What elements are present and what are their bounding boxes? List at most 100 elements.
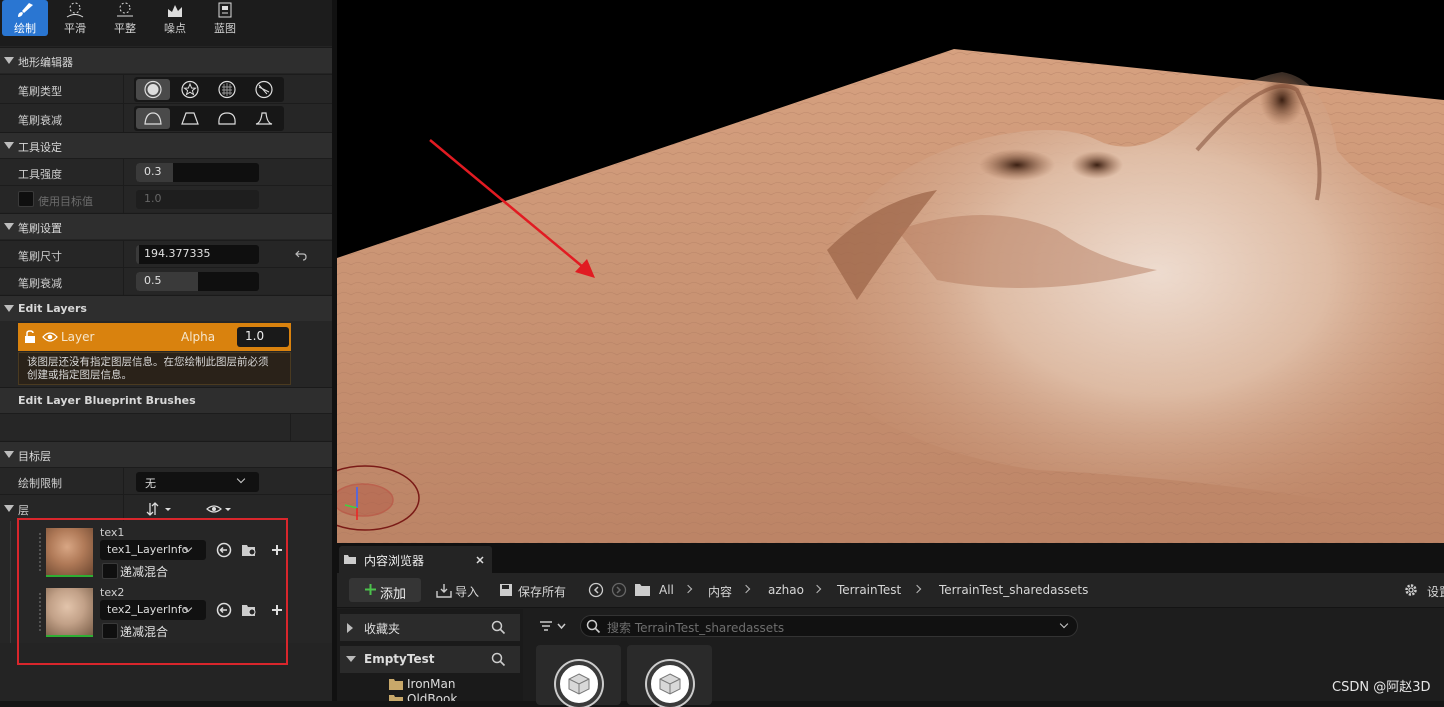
falloff-tip[interactable] [247,108,281,129]
collapse-arrow-icon [4,451,14,458]
content-browser: 内容浏览器 添加 导入 保存所有 All 内容 azhao TerrainTes… [337,543,1444,707]
settings-button[interactable]: 设置 [1427,583,1444,600]
brush-type-selector [134,77,284,102]
blueprint-icon [218,2,232,18]
sort-icon[interactable] [146,502,176,516]
collapse-arrow-icon [4,57,14,64]
import-button[interactable]: 导入 [455,583,479,600]
search-input[interactable]: 搜索 TerrainTest_sharedassets [607,619,784,636]
section-tool-settings[interactable]: 工具设定 [0,132,332,158]
use-target-checkbox[interactable] [18,191,34,207]
tool-smooth[interactable]: 平滑 [52,0,98,36]
chevron-down-icon[interactable] [1059,619,1069,629]
brush-falloff-row: 笔刷衰减 [0,103,332,133]
collapse-arrow-icon [346,656,356,662]
save-all-button[interactable]: 保存所有 [518,583,566,600]
asset-tile[interactable] [536,645,621,707]
section-title: 目标层 [18,450,51,463]
reset-arrow-icon[interactable] [295,249,307,261]
brush-type-label: 笔刷类型 [18,85,62,98]
brush-size-row: 笔刷尺寸 194.377335 [0,240,332,268]
brush-type-circle[interactable] [136,79,170,100]
brush-size-input[interactable]: 194.377335 [136,245,259,264]
tool-strength-input[interactable]: 0.3 [136,163,259,182]
tab-bar: 内容浏览器 [337,543,1444,573]
brush-falloff2-value: 0.5 [144,274,162,287]
folder-icon[interactable] [634,583,651,597]
forward-icon[interactable] [611,582,627,598]
search-icon[interactable] [491,652,506,667]
falloff-spherical[interactable] [210,108,244,129]
brush-falloff2-input[interactable]: 0.5 [136,272,259,291]
tool-flatten[interactable]: 平整 [102,0,148,36]
chevron-right-icon [912,584,922,594]
brush-type-pattern[interactable] [210,79,244,100]
use-target-label: 使用目标值 [38,195,93,208]
section-target-layers[interactable]: 目标层 [0,441,332,467]
section-bp-brushes[interactable]: Edit Layer Blueprint Brushes [0,387,332,413]
section-edit-layers[interactable]: Edit Layers [0,295,332,321]
use-target-input[interactable]: 1.0 [136,190,259,209]
project-header[interactable]: EmptyTest [340,646,520,673]
section-title: Edit Layers [18,302,87,315]
asset-search[interactable]: 搜索 TerrainTest_sharedassets [580,615,1078,637]
brush-type-alpha[interactable] [173,79,207,100]
cube-icon [568,673,590,695]
lock-icon[interactable] [24,330,36,344]
spherical-falloff-icon [218,112,236,125]
alpha-input[interactable]: 1.0 [237,327,289,347]
breadcrumb-item[interactable]: TerrainTest_sharedassets [939,583,1088,597]
tool-blueprint[interactable]: 蓝图 [202,0,248,36]
brush-falloff2-label: 笔刷衰减 [18,277,62,290]
asset-tile[interactable] [627,645,712,707]
tool-label: 平整 [114,22,136,35]
tool-noise[interactable]: 噪点 [152,0,198,36]
brush-type-component[interactable] [247,79,281,100]
tool-strength-row: 工具强度 0.3 [0,158,332,186]
alpha-value: 1.0 [245,329,265,343]
close-icon[interactable] [476,556,484,564]
chevron-down-icon [236,474,246,484]
section-title: 笔刷设置 [18,222,62,235]
breadcrumb-item[interactable]: TerrainTest [837,583,901,597]
expand-arrow-icon [347,623,353,633]
search-icon[interactable] [491,620,506,635]
save-icon[interactable] [499,583,513,597]
linear-falloff-icon [181,112,199,125]
layers-label: 层 [18,504,29,517]
section-terrain-editor[interactable]: 地形编辑器 [0,47,332,73]
use-target-row: 使用目标值 1.0 [0,185,332,213]
folder-item[interactable]: IronMan [388,677,518,693]
tab-content-browser[interactable]: 内容浏览器 [339,546,492,573]
breadcrumb-item[interactable]: All [659,583,674,597]
paint-limit-dropdown[interactable]: 无 [136,472,259,492]
section-brush-settings[interactable]: 笔刷设置 [0,213,332,239]
cube-icon [659,673,681,695]
eye-icon[interactable] [42,331,58,343]
tool-label: 蓝图 [214,22,236,35]
edit-layer-item[interactable]: Layer Alpha 1.0 [18,323,291,351]
noise-icon [168,5,182,17]
visibility-filter-icon[interactable] [206,503,236,515]
breadcrumb-item[interactable]: 内容 [708,583,732,600]
falloff-smooth[interactable] [136,108,170,129]
add-label: 添加 [380,587,407,602]
collapse-arrow-icon[interactable] [4,505,14,512]
highlight-frame [17,518,288,665]
folder-item[interactable]: OldBook [388,693,518,701]
level-viewport[interactable] [337,0,1444,543]
breadcrumb-item[interactable]: azhao [768,583,804,597]
tool-paint[interactable]: 绘制 [2,0,48,36]
favorites-header[interactable]: 收藏夹 [340,614,520,641]
folder-icon [389,695,403,701]
star-brush-icon [181,80,199,99]
gear-icon[interactable] [1403,582,1419,598]
add-button[interactable]: 添加 [349,578,421,602]
folder-name: IronMan [407,677,456,691]
falloff-linear[interactable] [173,108,207,129]
asset-view: 搜索 TerrainTest_sharedassets [527,609,1444,707]
import-icon[interactable] [436,583,452,598]
back-icon[interactable] [588,582,604,598]
filter-icon[interactable] [539,620,569,633]
paint-limit-row: 绘制限制 无 [0,467,332,495]
